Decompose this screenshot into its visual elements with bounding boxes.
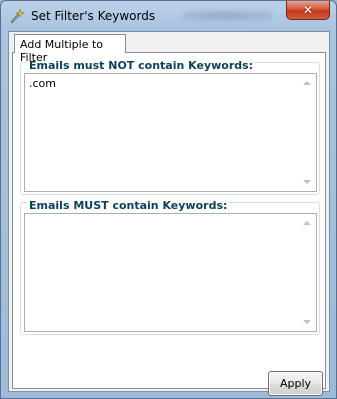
scroll-down-icon[interactable] bbox=[303, 180, 311, 184]
tab-add-multiple-to-filter[interactable]: Add Multiple to Filter bbox=[14, 34, 126, 64]
include-scrollbar[interactable] bbox=[299, 214, 316, 331]
exclude-scrollbar[interactable] bbox=[299, 74, 316, 191]
title-bar[interactable]: Set Filter's Keywords ✕ bbox=[1, 1, 336, 31]
apply-button[interactable]: Apply bbox=[268, 371, 323, 396]
blurred-background-text bbox=[183, 11, 273, 20]
close-icon: ✕ bbox=[302, 3, 314, 17]
exclude-keywords-textarea[interactable]: .com bbox=[24, 73, 317, 192]
close-button[interactable]: ✕ bbox=[286, 1, 330, 20]
magic-wand-icon bbox=[9, 8, 25, 24]
dialog-window: Set Filter's Keywords ✕ Add Multiple to … bbox=[0, 0, 337, 399]
dialog-client-area: Add Multiple to Filter Emails must NOT c… bbox=[8, 31, 330, 396]
scroll-up-icon[interactable] bbox=[303, 81, 311, 85]
scroll-up-icon[interactable] bbox=[303, 221, 311, 225]
scroll-down-icon[interactable] bbox=[303, 320, 311, 324]
exclude-keywords-value: .com bbox=[29, 77, 56, 90]
include-keywords-label: Emails MUST contain Keywords: bbox=[27, 199, 230, 212]
window-title: Set Filter's Keywords bbox=[31, 9, 156, 23]
tab-page: Emails must NOT contain Keywords: .com E… bbox=[12, 52, 326, 396]
exclude-keywords-label: Emails must NOT contain Keywords: bbox=[27, 59, 256, 72]
include-keywords-group: Emails MUST contain Keywords: bbox=[20, 199, 320, 335]
include-keywords-textarea[interactable] bbox=[24, 213, 317, 332]
exclude-keywords-group: Emails must NOT contain Keywords: .com bbox=[20, 59, 320, 195]
